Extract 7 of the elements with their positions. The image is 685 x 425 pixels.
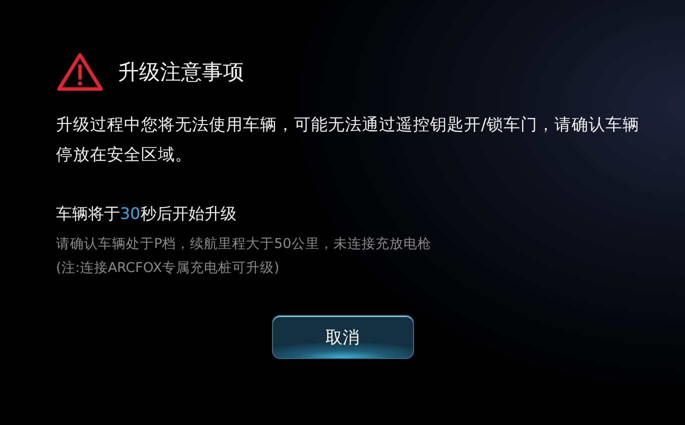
dialog-title: 升级注意事项 (118, 59, 244, 86)
note-text: (注:连接ARCFOX专属充电桩可升级) (56, 259, 280, 277)
warning-icon (56, 52, 104, 92)
warning-message: 升级过程中您将无法使用车辆，可能无法通过遥控钥匙开/锁车门，请确认车辆停放在安全区域。 (56, 114, 641, 166)
note-text: 请确认车辆处于P档，续航里程大于50公里，未连接充放电枪 (56, 235, 432, 253)
countdown-text: 车辆将于30秒后开始升级 (56, 204, 238, 225)
cancel-button[interactable]: 取消 (272, 315, 414, 359)
